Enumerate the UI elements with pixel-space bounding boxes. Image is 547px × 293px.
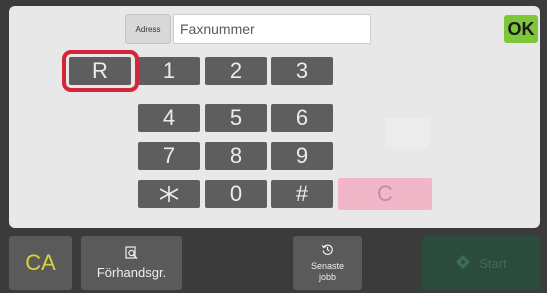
- key-0[interactable]: 0: [205, 180, 267, 208]
- key-r-label: R: [92, 58, 108, 83]
- clear-key[interactable]: C: [338, 178, 432, 210]
- key-6[interactable]: 6: [271, 104, 333, 132]
- start-diamond-icon: [455, 254, 471, 273]
- address-button-label: Adress: [135, 24, 161, 34]
- key-9-label: 9: [295, 143, 309, 168]
- keypad-panel: Adress OK R 1 2 3 4 5 6 7: [9, 6, 540, 228]
- key-5[interactable]: 5: [205, 104, 267, 132]
- preview-magnify-icon: [124, 246, 139, 263]
- key-8[interactable]: 8: [205, 142, 267, 170]
- key-7-label: 7: [162, 143, 176, 168]
- preview-button[interactable]: Förhandsgr.: [81, 236, 182, 290]
- empty-placeholder: [385, 118, 429, 148]
- key-asterisk[interactable]: [138, 180, 200, 208]
- fax-entry-screen: Adress OK R 1 2 3 4 5 6 7: [0, 0, 547, 293]
- recent-jobs-button[interactable]: Senaste jobb: [293, 236, 362, 290]
- start-button[interactable]: Start: [422, 236, 540, 290]
- asterisk-icon: [159, 186, 179, 202]
- key-hash[interactable]: #: [271, 180, 333, 208]
- key-8-label: 8: [229, 143, 243, 168]
- key-3-label: 3: [295, 58, 309, 83]
- fax-number-input[interactable]: [173, 14, 371, 44]
- recent-label-line2: jobb: [318, 272, 336, 282]
- address-book-button[interactable]: Adress: [125, 14, 171, 44]
- preview-label: Förhandsgr.: [96, 265, 167, 280]
- key-2-label: 2: [229, 58, 243, 83]
- bottom-action-bar: CA Förhandsgr. Senaste jobb Start: [0, 231, 547, 293]
- key-1-label: 1: [162, 58, 176, 83]
- key-2[interactable]: 2: [205, 57, 267, 85]
- clear-all-label: CA: [25, 250, 56, 275]
- clear-all-button[interactable]: CA: [9, 236, 72, 290]
- recent-jobs-label: Senaste jobb: [311, 261, 344, 283]
- key-9[interactable]: 9: [271, 142, 333, 170]
- key-4-label: 4: [162, 105, 176, 130]
- history-icon: [321, 243, 334, 259]
- key-hash-label: #: [295, 181, 309, 206]
- key-6-label: 6: [295, 105, 309, 130]
- recent-label-line1: Senaste: [310, 261, 345, 271]
- key-0-label: 0: [229, 181, 243, 206]
- key-1[interactable]: 1: [138, 57, 200, 85]
- ok-button[interactable]: OK: [504, 15, 538, 43]
- start-label: Start: [479, 255, 507, 271]
- key-r[interactable]: R: [69, 57, 131, 85]
- key-3[interactable]: 3: [271, 57, 333, 85]
- key-7[interactable]: 7: [138, 142, 200, 170]
- ok-label: OK: [507, 18, 535, 39]
- key-4[interactable]: 4: [138, 104, 200, 132]
- clear-key-label: C: [377, 181, 393, 206]
- key-5-label: 5: [229, 105, 243, 130]
